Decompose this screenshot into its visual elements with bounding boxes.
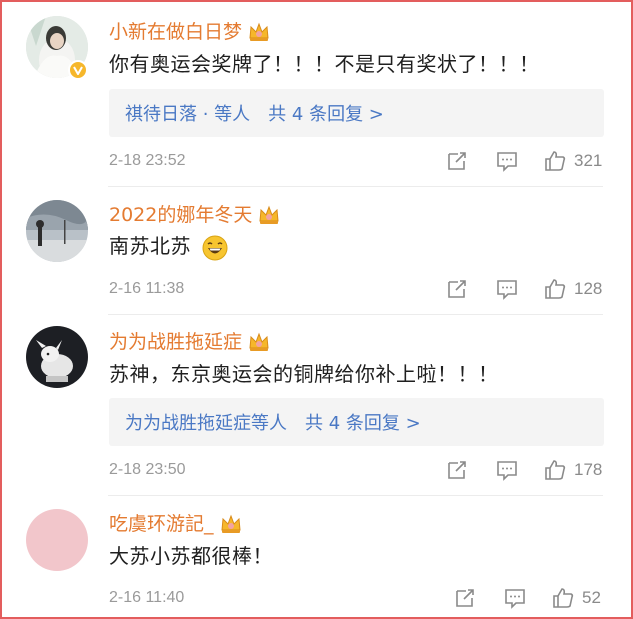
- comment-actions: 52: [454, 587, 601, 609]
- comment-text: 大苏小苏都很棒！: [109, 544, 273, 568]
- comment-text: 南苏北苏: [109, 234, 191, 258]
- comment-actions: 321: [446, 150, 602, 172]
- username[interactable]: 吃虞环游記_: [109, 512, 214, 536]
- comment-actions: 178: [446, 459, 602, 481]
- avatar[interactable]: [26, 509, 88, 571]
- comment-text: 你有奥运会奖牌了！！！不是只有奖状了！！！: [109, 52, 540, 76]
- crown-badge-icon: [259, 205, 279, 224]
- reply-users[interactable]: 为为战胜拖延症等人: [125, 409, 287, 435]
- username[interactable]: 小新在做白日梦: [109, 20, 242, 44]
- crown-badge-icon: [249, 22, 269, 41]
- replies-preview[interactable]: 祺待日落 · 等人 共 4 条回复 >: [109, 89, 604, 137]
- comment-text: 苏神，东京奥运会的铜牌给你补上啦！！！: [109, 362, 499, 386]
- username[interactable]: 2022的娜年冬天: [109, 203, 252, 227]
- reply-users[interactable]: 祺待日落 · 等人: [125, 100, 250, 126]
- like-count: 52: [582, 588, 601, 607]
- username-row: 吃虞环游記_: [109, 512, 242, 536]
- comment-list: 小新在做白日梦 你有奥运会奖牌了！！！不是只有奖状了！！！ 祺待日落 · 等人 …: [0, 0, 633, 619]
- reply-count-link[interactable]: 共 4 条回复 >: [305, 409, 421, 435]
- share-icon[interactable]: [446, 150, 468, 172]
- grinning-emoji-icon: [202, 235, 228, 260]
- like-count: 128: [574, 279, 603, 298]
- divider: [108, 186, 603, 187]
- comment-time: 2-16 11:38: [109, 280, 185, 297]
- like-count: 321: [574, 151, 603, 170]
- comment-icon[interactable]: [496, 278, 518, 300]
- comment-text-row: 南苏北苏: [109, 233, 228, 261]
- username-row: 2022的娜年冬天: [109, 203, 280, 227]
- comment-time: 2-16 11:40: [109, 589, 185, 606]
- avatar[interactable]: [26, 326, 88, 388]
- crown-badge-icon: [249, 332, 269, 351]
- verified-badge-icon: [68, 60, 88, 80]
- crown-badge-icon: [220, 514, 241, 533]
- reply-count-link[interactable]: 共 4 条回复 >: [268, 100, 384, 126]
- username-row: 为为战胜拖延症: [109, 330, 270, 354]
- divider: [108, 314, 603, 315]
- username-row: 小新在做白日梦: [109, 20, 270, 44]
- divider: [108, 495, 603, 496]
- replies-preview[interactable]: 为为战胜拖延症等人 共 4 条回复 >: [109, 398, 604, 446]
- comment-actions: 128: [446, 278, 602, 300]
- comment-time: 2-18 23:52: [109, 152, 186, 169]
- share-icon[interactable]: [454, 587, 476, 609]
- comment-icon[interactable]: [504, 587, 526, 609]
- share-icon[interactable]: [446, 278, 468, 300]
- like-count: 178: [574, 460, 603, 479]
- like-icon[interactable]: [544, 459, 566, 481]
- like-icon[interactable]: [544, 150, 566, 172]
- comment-icon[interactable]: [496, 150, 518, 172]
- avatar[interactable]: [26, 200, 88, 262]
- comment-time: 2-18 23:50: [109, 461, 186, 478]
- like-icon[interactable]: [544, 278, 566, 300]
- share-icon[interactable]: [446, 459, 468, 481]
- comment-icon[interactable]: [496, 459, 518, 481]
- username[interactable]: 为为战胜拖延症: [109, 330, 242, 354]
- like-icon[interactable]: [552, 587, 574, 609]
